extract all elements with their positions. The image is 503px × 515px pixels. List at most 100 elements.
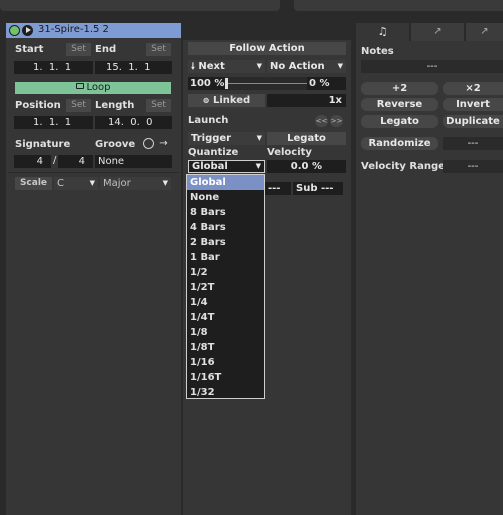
tab-envelopes[interactable]: ↗ [411,23,464,41]
loop-button[interactable]: Loop [15,82,171,94]
notes-range-field[interactable]: --- [361,60,503,73]
quantize-option[interactable]: 1/4 [187,295,264,310]
quantize-option[interactable]: 1/8 [187,325,264,340]
velocity-range-field[interactable]: --- [443,160,503,173]
quantize-option[interactable]: None [187,190,264,205]
partial-field[interactable]: --- [265,182,291,195]
top-strip [0,0,503,18]
scale-mode-value: Major [103,178,131,189]
chance-slider[interactable] [225,77,307,90]
clip-title[interactable]: 31-Spire-1.5 2 [38,24,109,35]
velocity-label: Velocity [267,147,312,158]
chevron-down-icon: ▼ [337,62,343,70]
invert-button[interactable]: Invert [443,98,503,111]
stretch-x2-button[interactable]: ×2 [443,82,503,95]
tab-mpe[interactable]: ↗ [466,23,503,41]
loop-label: Loop [86,82,111,93]
top-panel-right [294,0,503,11]
transpose-plus2-button[interactable]: +2 [361,82,438,95]
sub-field[interactable]: Sub --- [293,182,343,195]
loop-icon [75,83,84,89]
play-clip-icon[interactable] [22,25,33,36]
start-label: Start [15,44,44,55]
end-label: End [95,44,117,55]
randomize-amount-field[interactable]: --- [443,137,503,150]
signature-label: Signature [15,139,71,150]
quantize-option[interactable]: 2 Bars [187,235,264,250]
start-set-button[interactable]: Set [66,43,91,56]
quantize-menu-list: Global None 8 Bars 4 Bars 2 Bars 1 Bar 1/2 1/2T… [187,175,264,400]
quantize-value: Global [192,161,228,172]
notes-panel: Notes --- +2 ×2 Reverse Invert Legato Du… [356,41,503,515]
position-field[interactable]: 1. 1. 1 [14,116,93,129]
scale-button[interactable]: Scale [15,177,52,190]
signature-separator: / [53,155,57,166]
signature-denominator[interactable]: 4 [58,155,93,168]
position-label: Position [15,100,61,111]
chevron-down-icon: ▼ [256,134,262,142]
position-set-button[interactable]: Set [66,99,91,112]
clip-title-bar[interactable]: 31-Spire-1.5 2 [6,23,181,38]
follow-action-b-dropdown[interactable]: No Action ▼ [267,60,346,73]
groove-arrow-icon[interactable]: → [158,138,169,149]
follow-action-a-dropdown[interactable]: 🠗 Next ▼ [188,60,265,73]
quantize-option[interactable]: 1/16 [187,355,264,370]
quantize-dropdown[interactable]: Global ▼ [188,160,265,173]
end-set-button[interactable]: Set [146,43,171,56]
quantize-menu[interactable]: Global None 8 Bars 4 Bars 2 Bars 1 Bar 1/2 1/2T… [186,174,265,399]
chance-slider-track [225,83,307,84]
follow-action-b-value: No Action [270,61,325,72]
chance-b-field[interactable]: 0 % [307,77,346,90]
tab-notes[interactable]: ♫ [356,23,409,41]
quantize-option[interactable]: 1/32 [187,385,264,400]
groove-field[interactable]: None [95,155,172,168]
randomize-button[interactable]: Randomize [361,137,438,150]
launch-header: Launch [188,115,229,126]
chevron-down-icon: ▼ [255,162,261,170]
quantize-option[interactable]: 1/2T [187,280,264,295]
start-field[interactable]: 1. 1. 1 [14,61,93,74]
end-field[interactable]: 15. 1. 1 [95,61,172,74]
launch-mode-value: Trigger [191,133,232,144]
scale-mode-dropdown[interactable]: Major ▼ [100,177,171,190]
quantize-option[interactable]: 4 Bars [187,220,264,235]
clip-active-dot-icon[interactable] [9,25,20,36]
quantize-option[interactable]: Global [187,175,264,190]
link-icon: ⊜ [202,96,210,105]
quantize-option[interactable]: 1/4T [187,310,264,325]
quantize-option[interactable]: 1/2 [187,265,264,280]
quantize-option[interactable]: 8 Bars [187,205,264,220]
rewind-icon[interactable]: << [315,115,328,127]
tab-bar: ♫ ↗ ↗ [356,23,503,41]
quantize-option[interactable]: 1/16T [187,370,264,385]
launch-mode-dropdown[interactable]: Trigger ▼ [188,132,265,145]
groove-hotswap-icon[interactable] [143,138,154,149]
forward-icon[interactable]: >> [330,115,343,127]
arrow-down-icon: 🠗 [191,62,195,72]
quantize-label: Quantize [188,147,239,158]
follow-action-header[interactable]: Follow Action [188,42,346,55]
linked-button[interactable]: ⊜ Linked [188,94,265,107]
linked-label: Linked [212,95,251,106]
velocity-field[interactable]: 0.0 % [267,160,346,173]
chance-a-field[interactable]: 100 % [188,77,225,90]
length-field[interactable]: 14. 0. 0 [95,116,172,129]
chance-slider-handle[interactable] [225,78,228,89]
chevron-down-icon: ▼ [256,62,262,70]
multiplier-field[interactable]: 1x [267,94,346,107]
scale-root-dropdown[interactable]: C ▼ [54,177,98,190]
follow-action-a-value: Next [198,61,225,72]
reverse-button[interactable]: Reverse [361,98,438,111]
velocity-range-label: Velocity Range [361,161,445,172]
duplicate-button[interactable]: Duplicate [443,115,503,128]
length-set-button[interactable]: Set [146,99,171,112]
notes-header: Notes [361,46,394,57]
signature-numerator[interactable]: 4 [14,155,51,168]
quantize-option[interactable]: 1/8T [187,340,264,355]
divider-line [8,172,179,173]
legato-notes-button[interactable]: Legato [361,115,438,128]
top-panel-left [0,0,280,11]
chevron-down-icon: ▼ [89,179,95,187]
legato-button[interactable]: Legato [267,132,346,145]
quantize-option[interactable]: 1 Bar [187,250,264,265]
